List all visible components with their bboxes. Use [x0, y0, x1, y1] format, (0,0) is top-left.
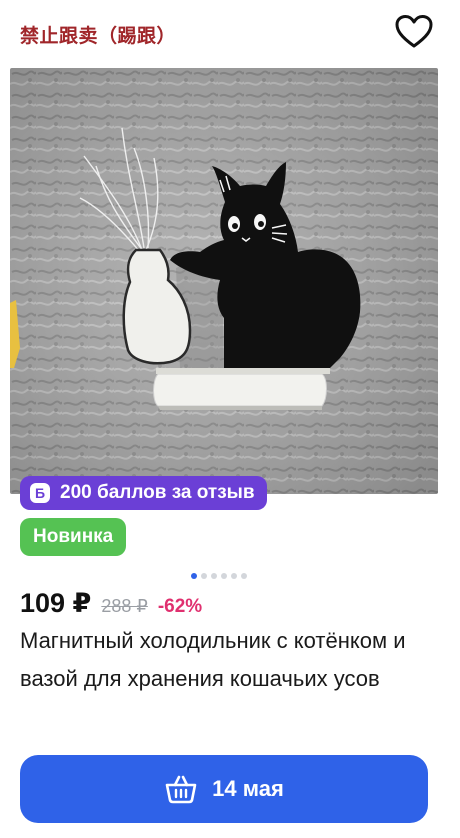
gallery-dot[interactable] — [231, 573, 237, 579]
gallery-dot[interactable] — [211, 573, 217, 579]
current-price: 109 ₽ — [20, 588, 92, 618]
gallery-dot[interactable] — [201, 573, 207, 579]
gallery-pagination — [191, 573, 247, 579]
product-title[interactable]: Магнитный холодильник с котёнком и вазой… — [20, 622, 440, 698]
review-points-label: 200 баллов за отзыв — [60, 482, 255, 503]
favorite-button[interactable] — [394, 14, 434, 50]
old-price: 288 ₽ — [101, 596, 148, 616]
discount-percent: -62% — [157, 596, 203, 617]
points-icon: Б — [30, 483, 50, 503]
review-points-badge[interactable]: Б 200 баллов за отзыв — [20, 476, 267, 510]
product-photo-graphic — [10, 68, 438, 494]
add-to-cart-button[interactable]: 14 мая — [20, 755, 428, 823]
basket-icon — [164, 774, 198, 804]
price-row: 109 ₽ 288 ₽ -62% — [20, 588, 202, 619]
gallery-dot[interactable] — [191, 573, 197, 579]
product-image[interactable] — [10, 68, 438, 494]
new-badge: Новинка — [20, 518, 127, 556]
heart-icon — [395, 15, 433, 48]
new-badge-label: Новинка — [33, 526, 114, 547]
delivery-date-label: 14 мая — [212, 776, 284, 801]
gallery-dot[interactable] — [221, 573, 227, 579]
gallery-dot[interactable] — [241, 573, 247, 579]
seller-label: 禁止跟卖（踢跟） — [20, 25, 177, 47]
